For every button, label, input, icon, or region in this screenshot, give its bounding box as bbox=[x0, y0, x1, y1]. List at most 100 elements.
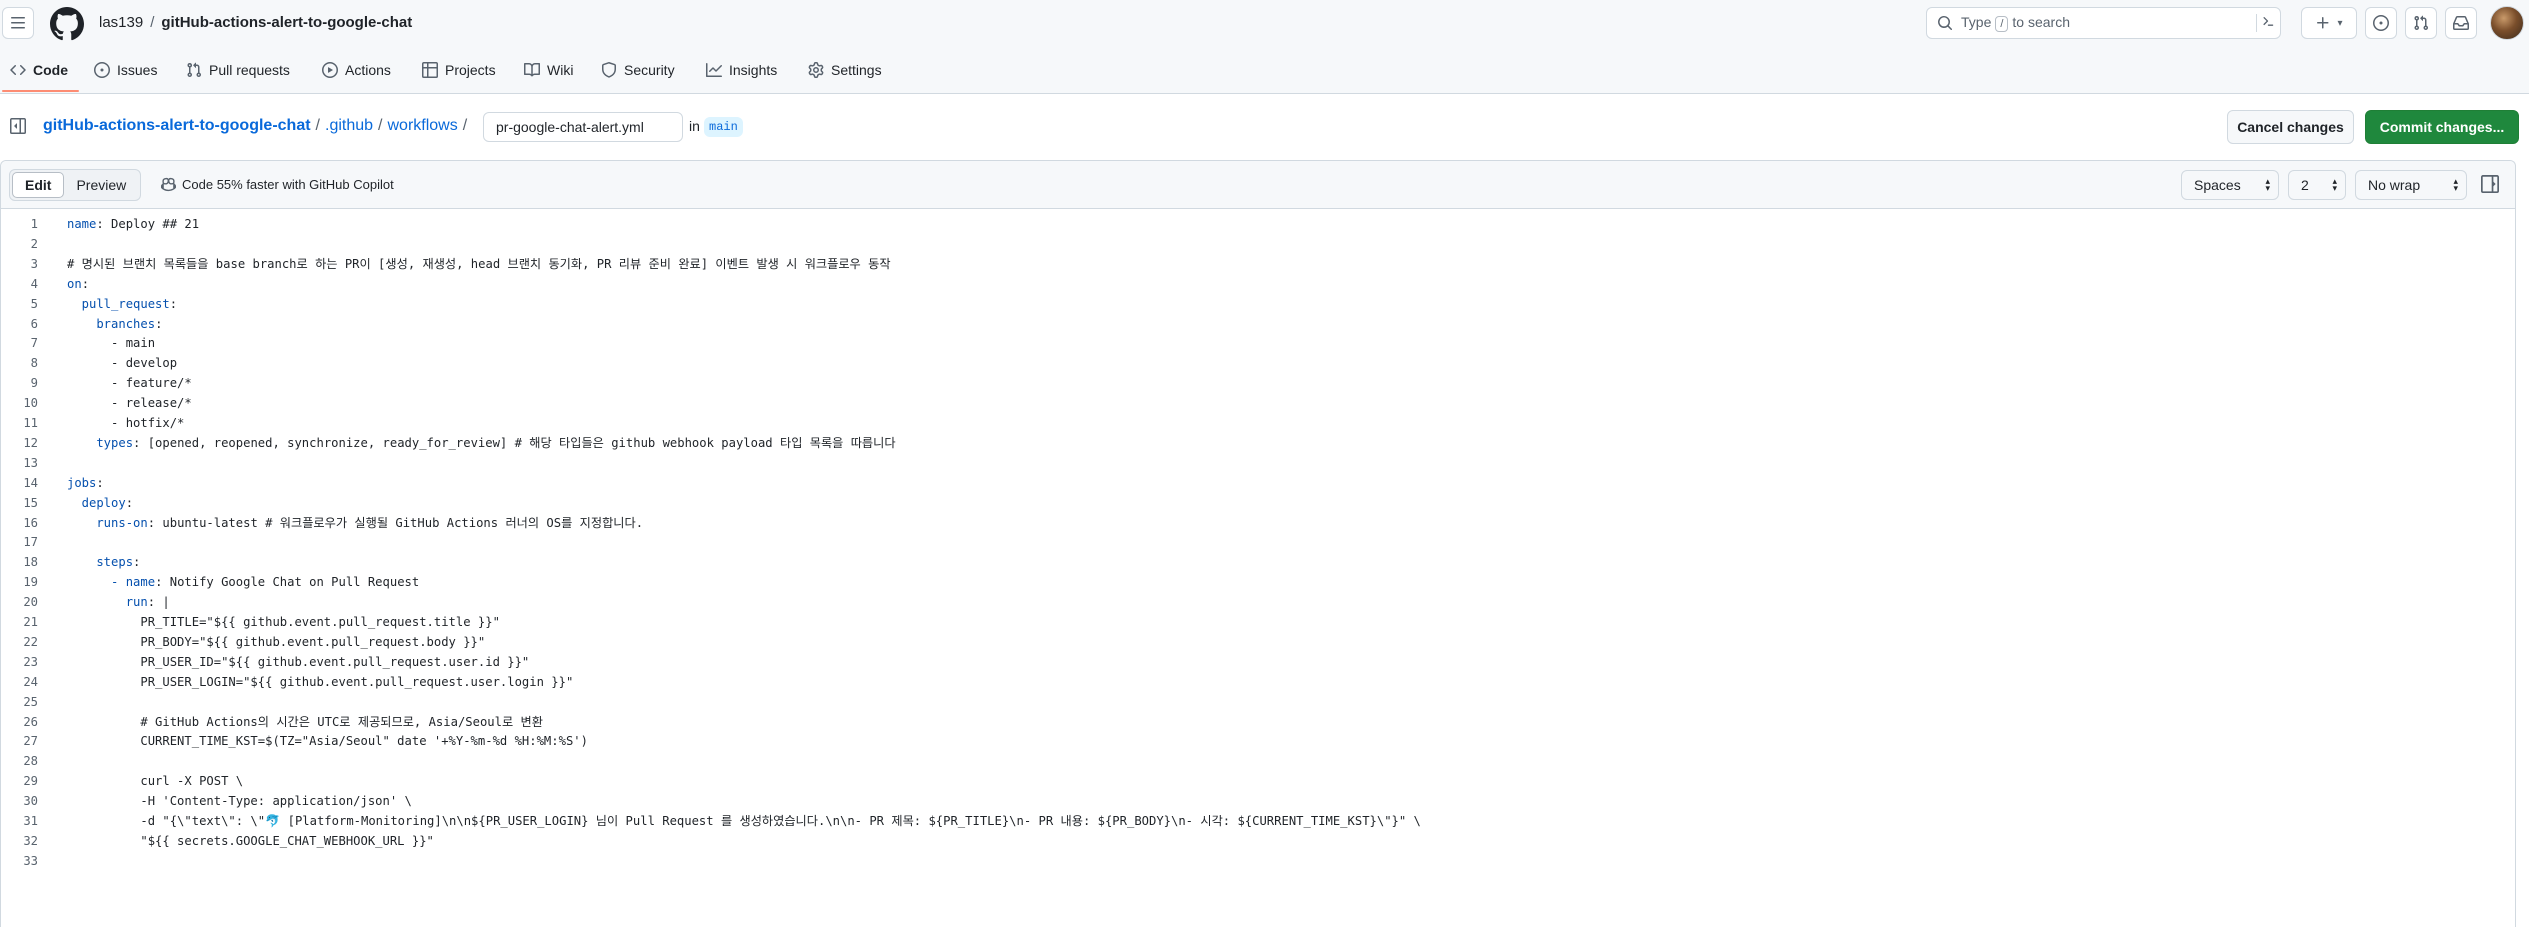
code-line[interactable]: 19 - name: Notify Google Chat on Pull Re… bbox=[1, 572, 2515, 592]
code-line[interactable]: 26 # GitHub Actions의 시간은 UTC로 제공되므로, Asi… bbox=[1, 712, 2515, 732]
code-line[interactable]: 3 # 명시된 브랜치 목록들을 base branch로 하는 PR이 [생성,… bbox=[1, 254, 2515, 274]
github-logo-icon[interactable] bbox=[49, 7, 84, 41]
repo-name-link[interactable]: gitHub-actions-alert-to-google-chat bbox=[161, 14, 412, 31]
commit-changes-button[interactable]: Commit changes... bbox=[2365, 110, 2519, 144]
tab-actions[interactable]: Actions bbox=[322, 58, 391, 82]
tab-projects-label: Projects bbox=[445, 62, 496, 78]
code-line[interactable]: 7 - main bbox=[1, 333, 2515, 353]
code-value: - feature/* bbox=[67, 376, 192, 391]
code-line[interactable]: 8 - develop bbox=[1, 353, 2515, 373]
pull-requests-button[interactable] bbox=[2405, 7, 2437, 39]
breadcrumb-github-dir[interactable]: .github bbox=[325, 115, 373, 137]
code-text: branches: bbox=[67, 314, 162, 334]
code-line[interactable]: 12 types: [opened, reopened, synchronize… bbox=[1, 433, 2515, 453]
command-palette-icon[interactable] bbox=[2256, 14, 2274, 32]
code-value: : Deploy ## 21 bbox=[96, 217, 200, 231]
search-input[interactable]: Type / to search bbox=[1926, 7, 2281, 39]
wrap-mode-select[interactable]: No wrap ▴ ▾ bbox=[2355, 170, 2467, 200]
code-line[interactable]: 32 "${{ secrets.GOOGLE_CHAT_WEBHOOK_URL … bbox=[1, 831, 2515, 851]
yaml-key: run bbox=[67, 595, 148, 610]
code-content[interactable]: 1 name: Deploy ## 21 2 3 # 명시된 브랜치 목록들을 base… bbox=[1, 209, 2515, 927]
code-line[interactable]: 5 pull_request: bbox=[1, 294, 2515, 314]
side-panel-toggle-icon[interactable] bbox=[2481, 175, 2501, 195]
code-line[interactable]: 17 bbox=[1, 532, 2515, 552]
tab-projects[interactable]: Projects bbox=[422, 58, 496, 82]
code-line[interactable]: 28 bbox=[1, 751, 2515, 771]
line-number: 28 bbox=[23, 754, 38, 769]
code-editor: Edit Preview Code 55% faster with GitHub… bbox=[0, 160, 2516, 927]
code-line[interactable]: 29 curl -X POST \ bbox=[1, 771, 2515, 791]
tab-code[interactable]: Code bbox=[10, 58, 68, 82]
tab-pull-requests[interactable]: Pull requests bbox=[186, 58, 290, 82]
code-line[interactable]: 31 -d "{\"text\": \"🐬 [Platform-Monitori… bbox=[1, 811, 2515, 831]
line-number: 2 bbox=[30, 236, 38, 251]
create-new-button[interactable]: ▾ bbox=[2301, 7, 2357, 39]
code-text: curl -X POST \ bbox=[67, 771, 243, 791]
inbox-icon bbox=[2453, 15, 2469, 30]
code-line[interactable]: 15 deploy: bbox=[1, 493, 2515, 513]
filename-input[interactable] bbox=[483, 112, 683, 142]
code-line[interactable]: 22 PR_BODY="${{ github.event.pull_reques… bbox=[1, 632, 2515, 652]
file-path-breadcrumb: gitHub-actions-alert-to-google-chat / .g… bbox=[43, 115, 472, 137]
tab-security[interactable]: Security bbox=[601, 58, 675, 82]
issues-button[interactable] bbox=[2365, 7, 2397, 39]
line-number: 32 bbox=[23, 833, 38, 848]
line-number: 7 bbox=[30, 336, 38, 351]
code-line[interactable]: 20 run: | bbox=[1, 592, 2515, 612]
select-caret-icon: ▴ ▾ bbox=[2265, 176, 2270, 193]
repo-nav: Code Issues Pull requests Actions Projec… bbox=[0, 46, 2529, 94]
tab-settings[interactable]: Settings bbox=[808, 58, 882, 82]
code-line[interactable]: 6 branches: bbox=[1, 314, 2515, 334]
copilot-hint-link[interactable]: Code 55% faster with GitHub Copilot bbox=[161, 177, 394, 192]
code-line[interactable]: 2 bbox=[1, 234, 2515, 254]
code-value: - main bbox=[67, 336, 156, 351]
code-line[interactable]: 21 PR_TITLE="${{ github.event.pull_reque… bbox=[1, 612, 2515, 632]
search-placeholder-suffix: to search bbox=[2012, 14, 2071, 30]
code-text: run: | bbox=[67, 592, 170, 612]
code-line[interactable]: 11 - hotfix/* bbox=[1, 413, 2515, 433]
code-line[interactable]: 24 PR_USER_LOGIN="${{ github.event.pull_… bbox=[1, 672, 2515, 692]
code-line[interactable]: 4 on: bbox=[1, 274, 2515, 294]
indent-mode-select[interactable]: Spaces ▴ ▾ bbox=[2181, 170, 2279, 200]
indent-size-select[interactable]: 2 ▴ ▾ bbox=[2288, 170, 2346, 200]
repo-owner-link[interactable]: las139 bbox=[99, 14, 143, 31]
code-line[interactable]: 27 CURRENT_TIME_KST=$(TZ="Asia/Seoul" da… bbox=[1, 731, 2515, 751]
tab-edit[interactable]: Edit bbox=[12, 172, 65, 198]
code-line[interactable]: 13 bbox=[1, 453, 2515, 473]
tab-preview[interactable]: Preview bbox=[64, 172, 138, 198]
line-number: 11 bbox=[23, 416, 38, 430]
issue-icon bbox=[94, 62, 110, 78]
tab-issues[interactable]: Issues bbox=[94, 58, 157, 82]
graph-icon bbox=[706, 63, 722, 77]
line-number: 21 bbox=[23, 615, 38, 629]
code-line[interactable]: 10 - release/* bbox=[1, 393, 2515, 413]
yaml-key: - name bbox=[67, 575, 156, 590]
code-line[interactable]: 14 jobs: bbox=[1, 473, 2515, 493]
user-avatar[interactable] bbox=[2490, 6, 2524, 40]
breadcrumb-workflows-dir[interactable]: workflows bbox=[388, 115, 458, 137]
menu-button[interactable] bbox=[2, 7, 34, 39]
tab-code-label: Code bbox=[33, 62, 68, 78]
code-line[interactable]: 25 bbox=[1, 692, 2515, 712]
code-text: PR_USER_LOGIN="${{ github.event.pull_req… bbox=[67, 672, 573, 692]
code-line[interactable]: 9 - feature/* bbox=[1, 373, 2515, 393]
code-text: - main bbox=[67, 333, 155, 353]
tab-insights-label: Insights bbox=[729, 62, 778, 78]
line-number: 12 bbox=[23, 435, 38, 450]
code-line[interactable]: 18 steps: bbox=[1, 552, 2515, 572]
code-line[interactable]: 23 PR_USER_ID="${{ github.event.pull_req… bbox=[1, 652, 2515, 672]
file-tree-toggle-icon[interactable] bbox=[10, 118, 26, 134]
code-line[interactable]: 1 name: Deploy ## 21 bbox=[1, 214, 2515, 234]
in-branch-label: in bbox=[689, 118, 700, 134]
play-icon bbox=[322, 62, 338, 78]
code-value: PR_USER_ID="${{ github.event.pull_reques… bbox=[67, 654, 530, 669]
cancel-changes-button[interactable]: Cancel changes bbox=[2227, 110, 2354, 144]
code-line[interactable]: 16 runs-on: ubuntu-latest # 워크플로우가 실행될 G… bbox=[1, 513, 2515, 533]
code-line[interactable]: 30 -H 'Content-Type: application/json' \ bbox=[1, 791, 2515, 811]
code-line[interactable]: 33 bbox=[1, 851, 2515, 871]
line-number: 16 bbox=[23, 515, 38, 530]
breadcrumb-repo-link[interactable]: gitHub-actions-alert-to-google-chat bbox=[43, 115, 311, 137]
tab-insights[interactable]: Insights bbox=[706, 58, 777, 82]
inbox-button[interactable] bbox=[2445, 7, 2477, 39]
tab-wiki[interactable]: Wiki bbox=[524, 58, 573, 82]
